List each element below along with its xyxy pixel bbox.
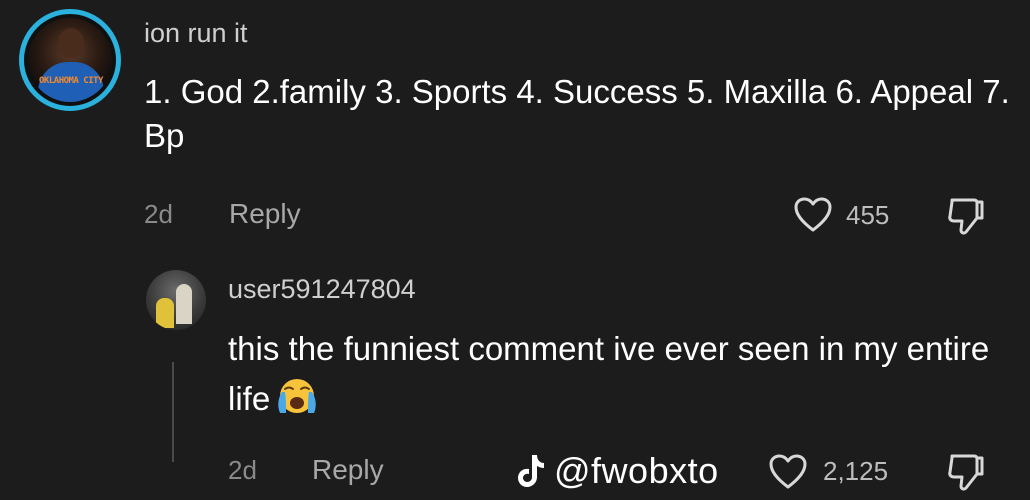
- reply-text-container: this the funniest comment ive ever seen …: [228, 324, 1008, 424]
- thumbs-down-outline-icon[interactable]: [944, 450, 988, 494]
- comment-timestamp: 2d: [144, 199, 173, 229]
- reply-like-count: 2,125: [823, 456, 889, 486]
- reply-username[interactable]: user591247804: [228, 274, 416, 305]
- avatar-jersey-text: OKLAHOMA CITY: [38, 62, 104, 102]
- comment-reply-button[interactable]: Reply: [229, 198, 301, 230]
- commenter-avatar[interactable]: OKLAHOMA CITY: [19, 9, 121, 111]
- thread-line: [172, 362, 174, 462]
- reply-timestamp: 2d: [228, 455, 257, 485]
- heart-outline-icon[interactable]: [768, 453, 808, 491]
- comment-text: 1. God 2.family 3. Sports 4. Success 5. …: [144, 73, 1010, 154]
- comment-like-count: 455: [846, 200, 890, 230]
- loudly-crying-face-emoji: [278, 379, 316, 413]
- watermark-handle: @fwobxto: [554, 450, 719, 491]
- reply-reply-button[interactable]: Reply: [312, 454, 384, 486]
- tiktok-watermark: @fwobxto: [516, 446, 719, 496]
- comment-username[interactable]: ion run it: [144, 18, 248, 49]
- thumbs-down-outline-icon[interactable]: [944, 194, 988, 238]
- reply-avatar[interactable]: [146, 270, 206, 330]
- reply-text: this the funniest comment ive ever seen …: [228, 330, 990, 417]
- tiktok-logo-icon: [518, 455, 544, 487]
- heart-outline-icon[interactable]: [793, 196, 833, 234]
